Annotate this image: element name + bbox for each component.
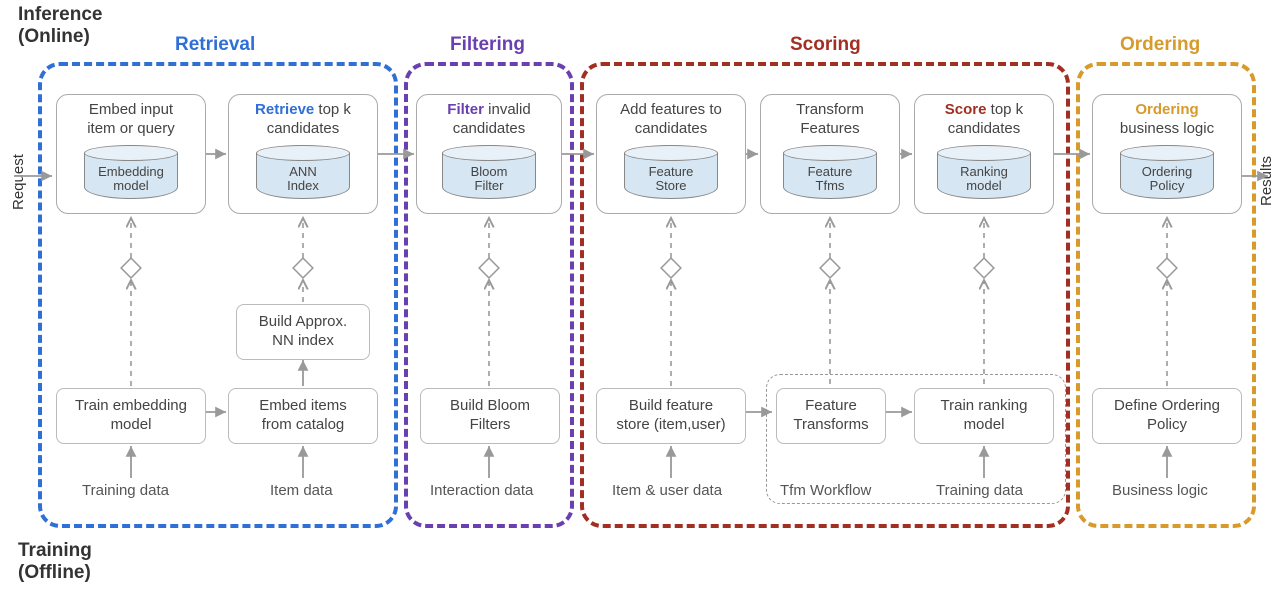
node-add-features: Add features to candidates Feature Store [596, 94, 746, 214]
build-bloom-filters: Build Bloom Filters [420, 388, 560, 444]
train-embed-model: Train embedding model [56, 388, 206, 444]
stage-title-filtering: Filtering [450, 34, 525, 56]
stage-title-ordering: Ordering [1120, 34, 1200, 56]
embed-items: Embed items from catalog [228, 388, 378, 444]
cylinder-ranking-model: Ranking model [937, 145, 1031, 199]
node-score: Score top k candidates Ranking model [914, 94, 1054, 214]
request-label: Request [10, 154, 27, 210]
node-transform-features: Transform Features Feature Tfms [760, 94, 900, 214]
stage-title-retrieval: Retrieval [175, 34, 255, 56]
cylinder-embedding-model: Embedding model [84, 145, 178, 199]
build-ann-index: Build Approx. NN index [236, 304, 370, 360]
cylinder-feature-store: Feature Store [624, 145, 718, 199]
data-training-left: Training data [82, 482, 169, 499]
node-ordering: Ordering business logic Ordering Policy [1092, 94, 1242, 214]
cylinder-ann-index: ANN Index [256, 145, 350, 199]
stage-title-scoring: Scoring [790, 34, 861, 56]
node-filter: Filter invalid candidates Bloom Filter [416, 94, 562, 214]
build-feature-store: Build feature store (item,user) [596, 388, 746, 444]
cylinder-bloom-filter: Bloom Filter [442, 145, 536, 199]
results-label: Results [1258, 156, 1272, 206]
data-tfm-workflow: Tfm Workflow [780, 482, 871, 499]
data-training-right: Training data [936, 482, 1023, 499]
data-item-user: Item & user data [612, 482, 722, 499]
data-interaction: Interaction data [430, 482, 533, 499]
cylinder-ordering-policy: Ordering Policy [1120, 145, 1214, 199]
define-ordering-policy: Define Ordering Policy [1092, 388, 1242, 444]
cylinder-feature-tfms: Feature Tfms [783, 145, 877, 199]
data-business-logic: Business logic [1112, 482, 1208, 499]
training-header: Training (Offline) [18, 540, 92, 584]
inference-header: Inference (Online) [18, 4, 102, 48]
node-embed-input: Embed input item or query Embedding mode… [56, 94, 206, 214]
node-retrieve: Retrieve top k candidates ANN Index [228, 94, 378, 214]
data-item: Item data [270, 482, 333, 499]
